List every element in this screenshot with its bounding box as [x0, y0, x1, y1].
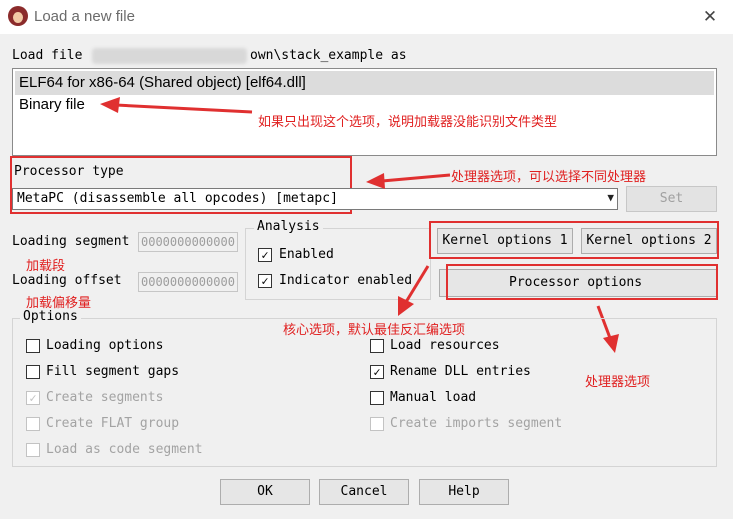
loading-segment-input[interactable]: 0000000000000 [138, 232, 238, 252]
create-flat-group-checkbox [26, 417, 40, 431]
load-file-path: own\stack_example as [250, 48, 407, 63]
rename-dll-entries-label: Rename DLL entries [390, 364, 531, 379]
fill-segment-gaps-label: Fill segment gaps [46, 364, 180, 379]
enabled-label: Enabled [279, 247, 334, 262]
kernel-options-2-button[interactable]: Kernel options 2 [581, 228, 717, 254]
enabled-checkbox[interactable]: ✓ [258, 248, 272, 262]
processor-value: MetaPC (disassemble all opcodes) [metapc… [17, 191, 338, 206]
load-resources-label: Load resources [390, 338, 500, 353]
processor-options-button[interactable]: Processor options [509, 275, 642, 290]
rename-dll-entries-checkbox[interactable]: ✓ [370, 365, 384, 379]
close-icon[interactable]: ✕ [698, 6, 722, 28]
fill-segment-gaps-checkbox[interactable] [26, 365, 40, 379]
processor-select[interactable]: MetaPC (disassemble all opcodes) [metapc… [12, 188, 618, 210]
manual-load-label: Manual load [390, 390, 477, 405]
ok-button[interactable]: OK [220, 479, 310, 505]
annotation-arrow-binary [100, 97, 253, 114]
annotation-arrow-processor [366, 173, 451, 189]
load-as-code-segment-label: Load as code segment [46, 442, 203, 457]
chevron-down-icon: ▼ [607, 191, 614, 204]
list-item-elf64[interactable]: ELF64 for x86-64 (Shared object) [elf64.… [15, 71, 714, 95]
load-resources-checkbox[interactable] [370, 339, 384, 353]
cancel-button[interactable]: Cancel [319, 479, 409, 505]
annotation-segment: 加载段 [26, 259, 66, 274]
analysis-title: Analysis [254, 219, 323, 234]
indicator-checkbox[interactable]: ✓ [258, 274, 272, 288]
create-segments-checkbox: ✓ [26, 391, 40, 405]
load-file-label: Load file [12, 48, 83, 63]
manual-load-checkbox[interactable] [370, 391, 384, 405]
processor-type-label: Processor type [14, 164, 124, 179]
create-segments-label: Create segments [46, 390, 164, 405]
loading-offset-label: Loading offset [12, 273, 122, 288]
create-imports-segment-label: Create imports segment [390, 416, 563, 431]
help-button[interactable]: Help [419, 479, 509, 505]
loading-options-label: Loading options [46, 338, 164, 353]
loading-options-checkbox[interactable] [26, 339, 40, 353]
create-flat-group-label: Create FLAT group [46, 416, 180, 431]
annotation-arrow-kernel [398, 265, 430, 316]
redacted-path [92, 48, 247, 64]
load-as-code-segment-checkbox [26, 443, 40, 457]
loading-segment-label: Loading segment [12, 234, 130, 249]
set-button[interactable]: Set [626, 186, 717, 212]
annotation-processor: 处理器选项，可以选择不同处理器 [451, 170, 647, 185]
window-title: Load a new file [34, 8, 135, 25]
annotation-binary: 如果只出现这个选项，说明加载器没能识别文件类型 [258, 115, 558, 130]
app-logo-icon [8, 6, 28, 26]
options-title: Options [20, 309, 81, 324]
loading-offset-input[interactable]: 0000000000000 [138, 272, 238, 292]
kernel-options-1-button[interactable]: Kernel options 1 [437, 228, 573, 254]
create-imports-segment-checkbox [370, 417, 384, 431]
